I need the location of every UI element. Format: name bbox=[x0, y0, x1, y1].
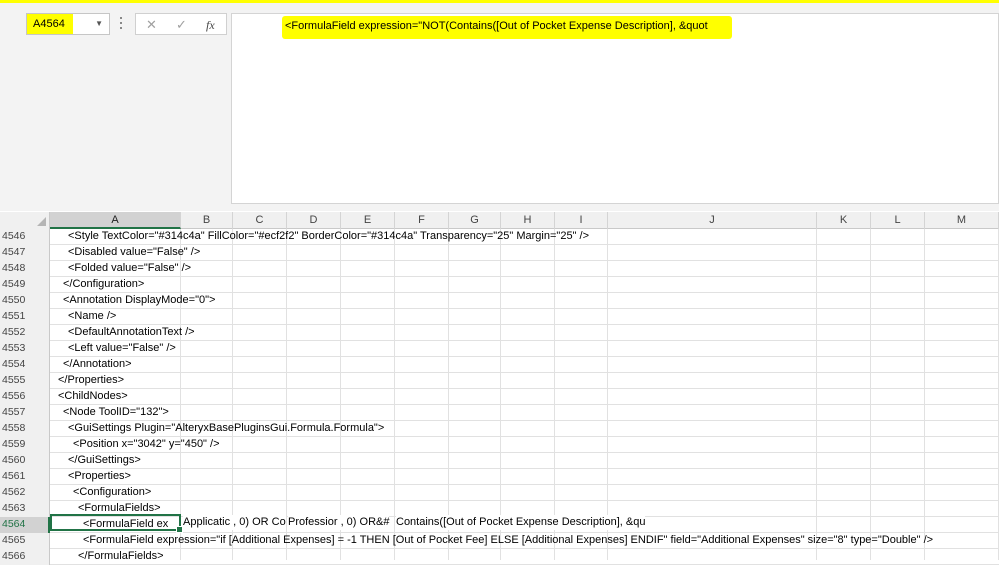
table-row: 4559 <Position x="3042" y="450" /> bbox=[0, 437, 999, 453]
worksheet-grid[interactable]: 4546 <Style TextColor="#314c4a" FillColor… bbox=[0, 229, 999, 565]
table-row: 4556 <ChildNodes> bbox=[0, 389, 999, 405]
highlight-top-edge bbox=[0, 0, 999, 3]
column-header-m[interactable]: M bbox=[925, 212, 999, 229]
column-header-b[interactable]: B bbox=[181, 212, 233, 229]
cell-a[interactable]: <Configuration> bbox=[50, 485, 151, 500]
formula-bar-content[interactable]: <FormulaField expression="NOT(Contains([… bbox=[285, 20, 708, 32]
cell-a[interactable]: </GuiSettings> bbox=[50, 453, 141, 468]
cell-a[interactable]: </Configuration> bbox=[50, 277, 144, 292]
cell-a[interactable]: </Properties> bbox=[50, 373, 124, 388]
row-header[interactable]: 4558 bbox=[0, 421, 50, 437]
table-row: 4546 <Style TextColor="#314c4a" FillColor… bbox=[0, 229, 999, 245]
table-row: 4560 </GuiSettings> bbox=[0, 453, 999, 469]
column-header-j[interactable]: J bbox=[608, 212, 817, 229]
overflow-text-d4564: Contains([Out of Pocket Expense Descript… bbox=[396, 515, 646, 530]
row-header[interactable]: 4553 bbox=[0, 341, 50, 357]
row-header[interactable]: 4548 bbox=[0, 261, 50, 277]
select-all-icon bbox=[37, 217, 46, 226]
formula-buttons: ✕ ✓ fx bbox=[135, 13, 227, 35]
cell-a[interactable]: <Annotation DisplayMode="0"> bbox=[50, 293, 215, 308]
overflow-text-b4564: Applicatic , 0) OR Co bbox=[183, 515, 286, 530]
cancel-icon[interactable]: ✕ bbox=[146, 17, 157, 33]
table-row: 4561 <Properties> bbox=[0, 469, 999, 485]
row-header[interactable]: 4555 bbox=[0, 373, 50, 389]
row-header[interactable]: 4557 bbox=[0, 405, 50, 421]
column-header-l[interactable]: L bbox=[871, 212, 925, 229]
table-row: 4547 <Disabled value="False" /> bbox=[0, 245, 999, 261]
column-header-i[interactable]: I bbox=[555, 212, 608, 229]
cell-a[interactable]: <Folded value="False" /> bbox=[50, 261, 191, 276]
column-header-e[interactable]: E bbox=[341, 212, 395, 229]
active-cell-border bbox=[50, 514, 183, 533]
formula-bar[interactable]: <FormulaField expression="NOT(Contains([… bbox=[231, 13, 999, 204]
table-row: 4550 <Annotation DisplayMode="0"> bbox=[0, 293, 999, 309]
column-header-f[interactable]: F bbox=[395, 212, 449, 229]
drag-handle-icon[interactable] bbox=[120, 14, 123, 34]
table-row: 4548 <Folded value="False" /> bbox=[0, 261, 999, 277]
cell-a[interactable]: </Annotation> bbox=[50, 357, 132, 372]
overflow-text-c4564: Professior , 0) OR&# bbox=[288, 515, 390, 530]
table-row: 4553 <Left value="False" /> bbox=[0, 341, 999, 357]
table-row: 4552 <DefaultAnnotationText /> bbox=[0, 325, 999, 341]
column-header-a[interactable]: A bbox=[50, 212, 181, 229]
cell-a[interactable]: <Position x="3042" y="450" /> bbox=[50, 437, 220, 452]
row-header[interactable]: 4550 bbox=[0, 293, 50, 309]
row-header[interactable]: 4551 bbox=[0, 309, 50, 325]
table-row: 4566 </FormulaFields> bbox=[0, 549, 999, 565]
cell-a[interactable]: <Properties> bbox=[50, 469, 131, 484]
row-header[interactable]: 4564 bbox=[0, 517, 50, 533]
select-all-corner[interactable] bbox=[0, 212, 50, 229]
row-header[interactable]: 4554 bbox=[0, 357, 50, 373]
column-header-d[interactable]: D bbox=[287, 212, 341, 229]
row-header[interactable]: 4560 bbox=[0, 453, 50, 469]
name-box-value: A4564 bbox=[33, 18, 65, 30]
row-header[interactable]: 4561 bbox=[0, 469, 50, 485]
cell-a[interactable]: <GuiSettings Plugin="AlteryxBasePluginsG… bbox=[50, 421, 384, 436]
row-header[interactable]: 4559 bbox=[0, 437, 50, 453]
row-header[interactable]: 4565 bbox=[0, 533, 50, 549]
cell-a[interactable]: <Left value="False" /> bbox=[50, 341, 176, 356]
insert-function-icon[interactable]: fx bbox=[206, 18, 215, 33]
chevron-down-icon[interactable]: ▼ bbox=[95, 19, 103, 28]
cell-a[interactable]: <Name /> bbox=[50, 309, 116, 324]
row-header[interactable]: 4556 bbox=[0, 389, 50, 405]
cell-a[interactable]: <ChildNodes> bbox=[50, 389, 128, 404]
table-row: 4554 </Annotation> bbox=[0, 357, 999, 373]
row-header[interactable]: 4566 bbox=[0, 549, 50, 565]
cell-a[interactable]: <Style TextColor="#314c4a" FillColor="#e… bbox=[50, 229, 589, 244]
fill-handle[interactable] bbox=[176, 526, 183, 533]
table-row: 4557 <Node ToolID="132"> bbox=[0, 405, 999, 421]
row-header[interactable]: 4562 bbox=[0, 485, 50, 501]
table-row: 4565 <FormulaField expression="if [Additi… bbox=[0, 533, 999, 549]
cell-a[interactable]: <Node ToolID="132"> bbox=[50, 405, 169, 420]
column-header-h[interactable]: H bbox=[501, 212, 555, 229]
table-row: 4555 </Properties> bbox=[0, 373, 999, 389]
table-row: 4558 <GuiSettings Plugin="AlteryxBasePlug… bbox=[0, 421, 999, 437]
table-row: 4551 <Name /> bbox=[0, 309, 999, 325]
cell-a[interactable]: <DefaultAnnotationText /> bbox=[50, 325, 195, 340]
cell-a[interactable]: <Disabled value="False" /> bbox=[50, 245, 200, 260]
cell-a[interactable]: </FormulaFields> bbox=[50, 549, 164, 564]
row-header[interactable]: 4552 bbox=[0, 325, 50, 341]
table-row: 4562 <Configuration> bbox=[0, 485, 999, 501]
row-header[interactable]: 4549 bbox=[0, 277, 50, 293]
row-header[interactable]: 4546 bbox=[0, 229, 50, 245]
row-header[interactable]: 4563 bbox=[0, 501, 50, 517]
enter-icon[interactable]: ✓ bbox=[176, 17, 187, 33]
table-row: 4549 </Configuration> bbox=[0, 277, 999, 293]
cell-a[interactable]: <FormulaField expression="if [Additional… bbox=[50, 533, 933, 548]
column-header-k[interactable]: K bbox=[817, 212, 871, 229]
name-box[interactable]: A4564 ▼ bbox=[26, 13, 110, 35]
column-header-c[interactable]: C bbox=[233, 212, 287, 229]
column-header-g[interactable]: G bbox=[449, 212, 501, 229]
row-header[interactable]: 4547 bbox=[0, 245, 50, 261]
